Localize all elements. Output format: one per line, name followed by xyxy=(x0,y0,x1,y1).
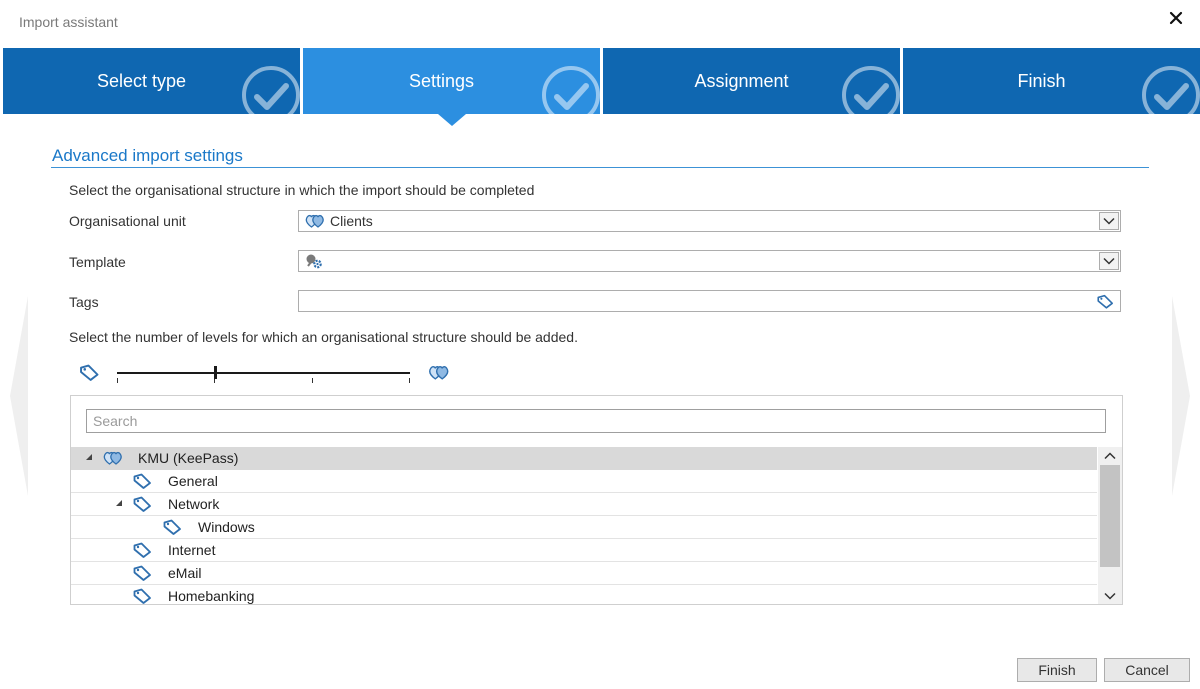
template-label: Template xyxy=(69,254,126,270)
slider-tick xyxy=(312,378,313,383)
step-finish[interactable]: Finish xyxy=(903,48,1200,114)
tree-item-general[interactable]: General xyxy=(71,470,1097,493)
template-dropdown[interactable] xyxy=(298,250,1121,272)
scroll-up-button[interactable] xyxy=(1098,447,1122,464)
org-unit-dropdown[interactable]: Clients xyxy=(298,210,1121,232)
next-arrow-icon[interactable] xyxy=(1170,296,1192,496)
tree-item-windows[interactable]: Windows xyxy=(71,516,1097,539)
tag-icon xyxy=(132,473,152,489)
tag-icon xyxy=(132,542,152,558)
tree-item-label: Homebanking xyxy=(168,588,255,604)
step-assignment[interactable]: Assignment xyxy=(603,48,900,114)
step-label: Settings xyxy=(408,71,475,91)
triangle-expand-icon[interactable] xyxy=(115,499,123,507)
hearts-icon xyxy=(103,450,123,466)
step-settings[interactable]: Settings xyxy=(303,48,600,126)
dropdown-button[interactable] xyxy=(1099,212,1119,230)
slider-thumb[interactable] xyxy=(214,366,217,379)
triangle-expand-icon[interactable] xyxy=(85,453,93,461)
tree-item-label: Windows xyxy=(198,519,255,535)
tree-item-kmu[interactable]: KMU (KeePass) xyxy=(71,447,1097,470)
tag-icon xyxy=(132,565,152,581)
checkmark-circle-icon xyxy=(540,64,602,126)
tag-icon[interactable] xyxy=(1096,294,1114,309)
step-select-type[interactable]: Select type xyxy=(3,48,300,114)
tag-icon xyxy=(132,588,152,604)
tree-item-label: General xyxy=(168,473,218,489)
search-input[interactable] xyxy=(86,409,1106,433)
hearts-icon xyxy=(428,364,450,381)
dropdown-button[interactable] xyxy=(1099,252,1119,270)
previous-arrow-icon[interactable] xyxy=(8,296,30,496)
step-label: Assignment xyxy=(694,71,789,91)
section-title: Advanced import settings xyxy=(52,146,243,165)
tags-input[interactable] xyxy=(298,290,1121,312)
step-label: Finish xyxy=(1017,71,1066,91)
tree-item-label: eMail xyxy=(168,565,202,581)
chevron-down-icon xyxy=(1104,592,1116,600)
cancel-button[interactable]: Cancel xyxy=(1104,658,1190,682)
tree-scrollbar[interactable] xyxy=(1098,447,1122,604)
active-step-pointer xyxy=(437,114,466,126)
checkmark-circle-icon xyxy=(1140,64,1200,114)
tree-list: KMU (KeePass) General Network Windows In… xyxy=(71,447,1097,604)
section-divider xyxy=(51,167,1149,168)
hearts-icon xyxy=(305,213,325,229)
org-unit-value: Clients xyxy=(330,213,373,229)
tree-item-label: KMU (KeePass) xyxy=(138,450,239,466)
tag-icon xyxy=(78,364,100,381)
tree-item-homebanking[interactable]: Homebanking xyxy=(71,585,1097,604)
tag-icon xyxy=(132,496,152,512)
close-button[interactable] xyxy=(1164,6,1188,30)
tree-item-label: Internet xyxy=(168,542,216,558)
slider-track xyxy=(117,372,410,374)
levels-prompt: Select the number of levels for which an… xyxy=(69,329,578,345)
finish-button[interactable]: Finish xyxy=(1017,658,1097,682)
scroll-down-button[interactable] xyxy=(1098,587,1122,604)
tags-label: Tags xyxy=(69,294,99,310)
checkmark-circle-icon xyxy=(840,64,900,114)
scroll-thumb[interactable] xyxy=(1100,465,1120,567)
chevron-up-icon xyxy=(1104,451,1116,459)
tree-item-network[interactable]: Network xyxy=(71,493,1097,516)
template-gear-icon xyxy=(306,254,322,269)
slider-tick xyxy=(409,378,410,383)
tree-item-email[interactable]: eMail xyxy=(71,562,1097,585)
step-label: Select type xyxy=(96,71,187,91)
tree-item-internet[interactable]: Internet xyxy=(71,539,1097,562)
wizard-steps: Select type Settings Assignment Finish xyxy=(3,48,1200,126)
tree-item-label: Network xyxy=(168,496,220,512)
structure-prompt: Select the organisational structure in w… xyxy=(69,182,535,198)
close-icon xyxy=(1169,11,1183,25)
window-title: Import assistant xyxy=(19,14,118,30)
chevron-down-icon xyxy=(1103,217,1115,225)
tag-icon xyxy=(162,519,182,535)
checkmark-circle-icon xyxy=(240,64,300,114)
slider-tick xyxy=(117,378,118,383)
chevron-down-icon xyxy=(1103,257,1115,265)
org-unit-label: Organisational unit xyxy=(69,213,186,229)
levels-slider[interactable] xyxy=(117,366,410,386)
